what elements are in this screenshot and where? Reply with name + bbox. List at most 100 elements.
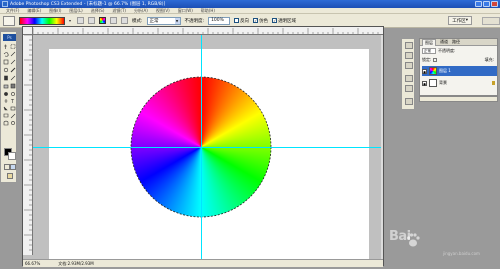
vertical-guide[interactable] <box>201 35 202 260</box>
color-panel-icon[interactable] <box>405 75 413 82</box>
transparency-checkbox[interactable]: ✓ 透明区域 <box>272 18 296 24</box>
brush-tool-icon <box>10 67 16 73</box>
swatches-panel-icon[interactable] <box>405 85 413 92</box>
info-panel-icon[interactable] <box>405 62 413 69</box>
window-title: Adobe Photoshop CS3 Extended - [未标题-1 @ … <box>10 2 166 7</box>
tool-preset-picker[interactable] <box>3 15 15 26</box>
edit-in-imageready-icon[interactable] <box>7 173 13 179</box>
mode-select[interactable]: 正常 ▼ <box>146 16 181 25</box>
screen-mode-icon[interactable] <box>10 164 16 170</box>
horizontal-guide[interactable] <box>33 147 383 148</box>
blur-tool-icon <box>4 92 8 96</box>
pen-tool-icon <box>4 99 8 103</box>
mode-value: 正常 <box>149 18 159 24</box>
menu-image[interactable]: 图像(I) <box>49 8 61 14</box>
crop-tool-icon <box>3 59 9 65</box>
gradient-picker[interactable] <box>19 16 65 25</box>
minimize-button[interactable] <box>475 1 482 7</box>
menu-view[interactable]: 视图(V) <box>156 8 170 14</box>
canvas[interactable] <box>49 49 369 267</box>
document-info[interactable]: 文档:2.93M/2.93M <box>58 261 93 267</box>
palette-well[interactable] <box>482 16 500 25</box>
layers-panel: 图层 通道 路径 正常 不透明度: 锁定: 填充: ● 图层 1 ● 背景 <box>419 38 498 96</box>
tab-channels[interactable]: 通道 <box>440 39 448 45</box>
history-panel-icon[interactable] <box>405 98 413 105</box>
paw-icon <box>406 233 420 247</box>
baidu-watermark: Bai jingyan.baidu.com <box>381 225 499 265</box>
zoom-level[interactable]: 66.67% <box>25 261 40 266</box>
layer-row[interactable]: ● 背景 <box>422 78 497 88</box>
chevron-down-icon: ▾ <box>465 18 468 23</box>
panel-tabs: 图层 通道 路径 <box>420 38 497 46</box>
lock-icon[interactable] <box>433 57 438 62</box>
gradient-dropdown-icon[interactable]: ▾ <box>69 17 73 25</box>
vertical-ruler[interactable] <box>23 35 33 255</box>
marquee-tool-icon <box>10 44 16 49</box>
opacity-input[interactable]: 100% <box>208 16 231 25</box>
layer-name[interactable]: 背景 <box>439 80 447 86</box>
layer-row[interactable]: ● 图层 1 <box>422 66 497 76</box>
checkbox-checked-icon: ✓ <box>253 18 259 23</box>
background-color-swatch[interactable] <box>8 152 16 160</box>
panel-dock-strip <box>401 38 415 110</box>
angle-gradient-icon[interactable] <box>99 17 106 24</box>
linear-gradient-icon[interactable] <box>77 17 84 24</box>
tab-paths[interactable]: 路径 <box>452 39 460 45</box>
dither-checkbox[interactable]: ✓ 仿色 <box>253 18 268 24</box>
lasso-tool-icon <box>3 52 9 57</box>
mode-label: 模式: <box>132 18 143 24</box>
menu-select[interactable]: 选择(S) <box>91 8 105 14</box>
healing-brush-icon <box>3 67 9 73</box>
dither-label: 仿色 <box>259 18 269 24</box>
slice-tool-icon <box>10 59 16 65</box>
lock-label: 锁定: <box>422 56 432 62</box>
close-button[interactable] <box>491 1 498 7</box>
menu-window[interactable]: 窗口(W) <box>178 8 193 14</box>
ps-logo-icon[interactable]: Ps <box>3 34 16 41</box>
menu-analysis[interactable]: 分析(A) <box>134 8 148 14</box>
ruler-origin[interactable] <box>23 27 33 35</box>
maximize-button[interactable] <box>483 1 490 7</box>
navigator-panel-icon[interactable] <box>405 42 413 49</box>
photoshop-app-icon <box>2 1 8 7</box>
histogram-panel-icon[interactable] <box>405 52 413 59</box>
watermark-url: jingyan.baidu.com <box>443 251 480 256</box>
menu-filter[interactable]: 滤镜(T) <box>112 8 126 14</box>
radial-gradient-icon[interactable] <box>88 17 95 24</box>
layers-panel-footer <box>419 96 498 102</box>
zoom-tool-icon <box>11 121 15 125</box>
tab-layers[interactable]: 图层 <box>422 38 436 46</box>
fill-label: 填充: <box>484 56 494 62</box>
layer-thumbnail <box>429 67 437 75</box>
menu-edit[interactable]: 编辑(E) <box>27 8 41 14</box>
menu-help[interactable]: 帮助(H) <box>201 8 215 14</box>
opacity-value: 100% <box>211 18 224 23</box>
blend-mode-value: 正常 <box>424 48 431 53</box>
photoshop-window: Adobe Photoshop CS3 Extended - [未标题-1 @ … <box>0 0 500 269</box>
angle-gradient-circle <box>130 76 272 218</box>
horizontal-ruler[interactable] <box>33 27 383 35</box>
document-window: 66.67% 文档:2.93M/2.93M <box>22 26 384 267</box>
eye-icon[interactable]: ● <box>422 68 427 74</box>
diamond-gradient-icon[interactable] <box>121 17 128 24</box>
menu-file[interactable]: 文件(F) <box>6 8 19 14</box>
reverse-label: 反向 <box>240 18 250 24</box>
layer-opacity-label: 不透明度: <box>438 47 456 53</box>
reflected-gradient-icon[interactable] <box>110 17 117 24</box>
blend-mode-select[interactable]: 正常 <box>422 47 436 54</box>
history-brush-icon <box>10 75 16 81</box>
shape-tool-icon <box>10 106 16 111</box>
eye-icon[interactable]: ● <box>422 80 427 86</box>
eyedropper-tool-icon <box>10 113 16 119</box>
lock-row: 锁定: 填充: <box>420 55 497 64</box>
workspace-label: 工作区 <box>452 18 466 24</box>
layer-name[interactable]: 图层 1 <box>439 68 451 74</box>
type-tool-icon: T <box>10 99 15 105</box>
workspace-button[interactable]: 工作区 ▾ <box>448 16 472 25</box>
magic-wand-icon <box>10 51 16 57</box>
reverse-checkbox[interactable]: 反向 <box>234 18 249 24</box>
transparency-label: 透明区域 <box>278 18 297 24</box>
blend-row: 正常 不透明度: <box>420 46 497 55</box>
path-selection-icon <box>3 106 8 111</box>
menu-layer[interactable]: 图层(L) <box>69 8 82 14</box>
